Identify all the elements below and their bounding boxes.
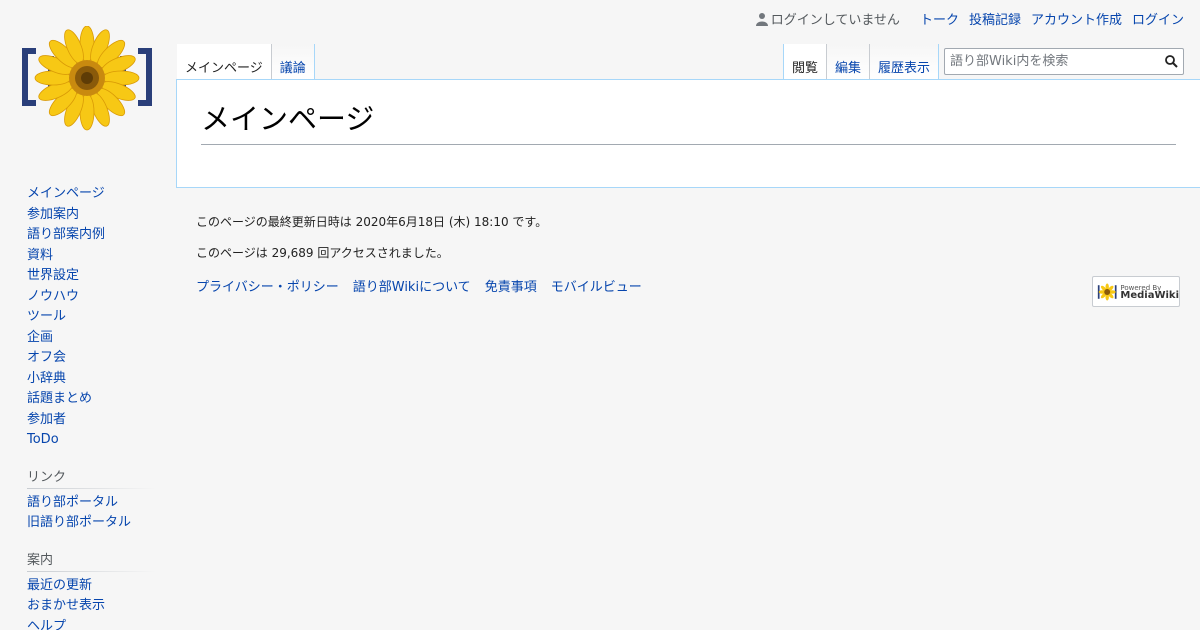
sidebar-item-random-page[interactable]: おまかせ表示 xyxy=(27,598,105,613)
about-link[interactable]: 語り部Wikiについて xyxy=(353,276,471,295)
page-title: メインページ xyxy=(201,102,1176,145)
contributions-link[interactable]: 投稿記録 xyxy=(969,9,1021,28)
sidebar-item-topic-summaries[interactable]: 話題まとめ xyxy=(27,391,92,406)
talk-link[interactable]: トーク xyxy=(920,9,959,28)
sidebar-item-projects[interactable]: 企画 xyxy=(27,330,53,345)
privacy-policy-link[interactable]: プライバシー・ポリシー xyxy=(196,276,339,295)
tab-history[interactable]: 履歴表示 xyxy=(869,44,940,80)
sidebar-item-materials[interactable]: 資料 xyxy=(27,248,53,263)
tab-read[interactable]: 閲覧 xyxy=(783,44,827,80)
sidebar-item-recent-changes[interactable]: 最近の更新 xyxy=(27,578,92,593)
not-logged-in-label: ログインしていません xyxy=(770,13,900,28)
powered-by-mediawiki-badge[interactable]: Powered By MediaWiki xyxy=(1092,276,1180,307)
tab-read-label: 閲覧 xyxy=(792,61,819,76)
view-tabs: 閲覧 編集 履歴表示 xyxy=(783,44,940,80)
sidebar-navigation: メインページ 参加案内 語り部案内例 資料 世界設定 ノウハウ ツール 企画 オ… xyxy=(27,184,155,451)
sidebar-item-glossary[interactable]: 小辞典 xyxy=(27,371,66,386)
sidebar-item-todo[interactable]: ToDo xyxy=(27,432,59,447)
sunflower-logo-icon xyxy=(22,25,152,131)
login-link[interactable]: ログイン xyxy=(1132,9,1184,28)
create-account-link[interactable]: アカウント作成 xyxy=(1031,9,1122,28)
sidebar-item-participants[interactable]: 参加者 xyxy=(27,412,66,427)
footer: このページの最終更新日時は 2020年6月18日 (木) 18:10 です。 こ… xyxy=(196,214,1181,295)
sidebar-item-guide-examples[interactable]: 語り部案内例 xyxy=(27,227,105,242)
powered-by-text: Powered By MediaWiki xyxy=(1120,284,1179,301)
sidebar-portal-links: リンク 語り部ポータル 旧語り部ポータル xyxy=(27,460,155,534)
tab-edit[interactable]: 編集 xyxy=(826,44,870,80)
last-modified-info: このページの最終更新日時は 2020年6月18日 (木) 18:10 です。 xyxy=(196,215,548,229)
search-button[interactable] xyxy=(1159,49,1183,74)
portal-heading-guide: 案内 xyxy=(27,543,155,572)
tab-history-label: 履歴表示 xyxy=(878,61,931,76)
tab-main-page[interactable]: メインページ xyxy=(177,44,271,80)
tab-discussion-label: 議論 xyxy=(279,61,306,76)
sidebar-item-old-kataribe-portal[interactable]: 旧語り部ポータル xyxy=(27,515,131,530)
sidebar: メインページ 参加案内 語り部案内例 資料 世界設定 ノウハウ ツール 企画 オ… xyxy=(27,184,155,630)
tab-discussion[interactable]: 議論 xyxy=(270,44,315,80)
disclaimers-link[interactable]: 免責事項 xyxy=(485,276,537,295)
search-box xyxy=(944,48,1184,75)
tab-edit-label: 編集 xyxy=(835,61,862,76)
powered-by-main-label: MediaWiki xyxy=(1120,289,1179,301)
sidebar-item-knowhow[interactable]: ノウハウ xyxy=(27,289,79,304)
personal-tools: ログインしていません トーク 投稿記録 アカウント作成 ログイン xyxy=(755,9,1184,28)
sidebar-item-participation[interactable]: 参加案内 xyxy=(27,207,79,222)
user-icon xyxy=(755,12,768,26)
sidebar-portal-guide: 案内 最近の更新 おまかせ表示 ヘルプ xyxy=(27,543,155,630)
sidebar-item-help[interactable]: ヘルプ xyxy=(27,619,66,630)
site-logo[interactable] xyxy=(18,25,158,136)
sidebar-item-world-settings[interactable]: 世界設定 xyxy=(27,268,79,283)
sidebar-item-kataribe-portal[interactable]: 語り部ポータル xyxy=(27,495,118,510)
footer-links: プライバシー・ポリシー 語り部Wikiについて 免責事項 モバイルビュー xyxy=(196,276,1181,295)
namespace-tabs: メインページ 議論 xyxy=(177,44,315,80)
mediawiki-logo-icon xyxy=(1097,283,1117,300)
mobile-view-link[interactable]: モバイルビュー xyxy=(551,276,642,295)
sidebar-item-main-page[interactable]: メインページ xyxy=(27,186,105,201)
tab-main-page-label: メインページ xyxy=(185,61,263,76)
search-input[interactable] xyxy=(945,49,1159,74)
search-icon xyxy=(1164,55,1178,68)
portal-heading-links: リンク xyxy=(27,460,155,489)
main-content: メインページ xyxy=(176,79,1200,188)
view-count-info: このページは 29,689 回アクセスされました。 xyxy=(196,246,449,260)
sidebar-item-tools[interactable]: ツール xyxy=(27,309,66,324)
sidebar-item-offline-meetings[interactable]: オフ会 xyxy=(27,350,66,365)
